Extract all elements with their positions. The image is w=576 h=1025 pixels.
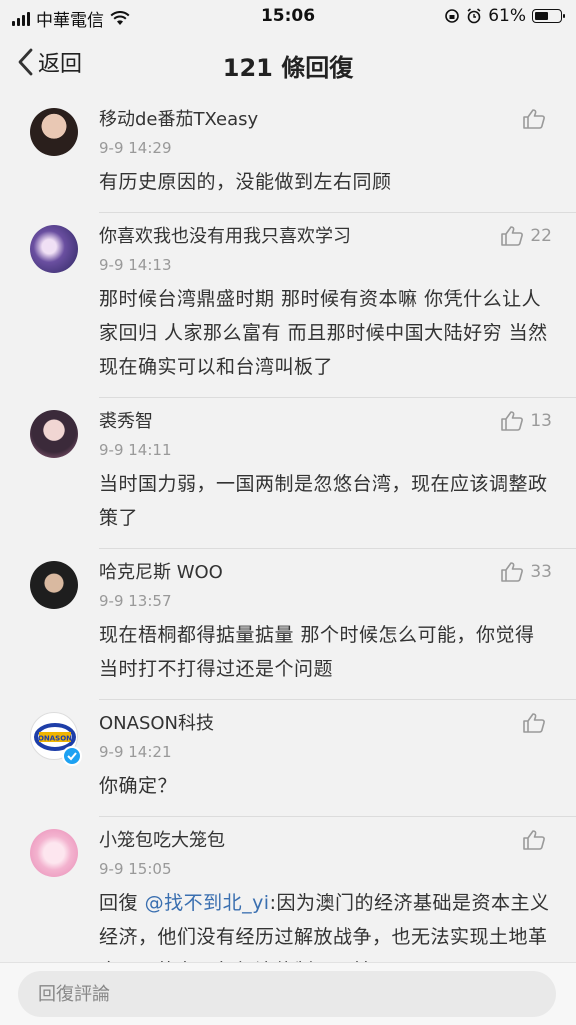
comment-time: 9-9 14:13 — [99, 256, 172, 274]
thumbs-up-icon — [501, 562, 524, 582]
status-right: 61% — [444, 6, 565, 26]
comment-item: 小笼包吃大笼包 9-9 15:05 回復 @找不到北_yi:因为澳门的经济基础是… — [0, 817, 576, 962]
reply-input[interactable] — [18, 971, 556, 1017]
comment-list[interactable]: 移动de番茄TXeasy 9-9 14:29 有历史原因的，没能做到左右同顾 你… — [0, 96, 576, 962]
thumbs-up-icon — [523, 109, 545, 129]
comment-time: 9-9 14:29 — [99, 139, 172, 157]
nav-bar: 返回 121 條回復 — [0, 34, 576, 96]
avatar[interactable] — [30, 225, 78, 273]
like-count: 22 — [530, 226, 552, 246]
reply-prefix: 回復 — [99, 892, 139, 914]
avatar-text: ONASON — [38, 735, 72, 743]
rotation-lock-icon — [445, 9, 460, 23]
comment-username[interactable]: 移动de番茄TXeasy — [99, 106, 552, 134]
comment-username[interactable]: 裘秀智 — [99, 408, 552, 436]
comment-text: 有历史原因的，没能做到左右同顾 — [99, 171, 392, 193]
comment-item: 你喜欢我也没有用我只喜欢学习 9-9 14:13 那时候台湾鼎盛时期 那时候有资… — [0, 213, 576, 398]
verified-badge-icon — [62, 746, 82, 766]
like-button[interactable]: 22 — [500, 225, 552, 247]
avatar[interactable] — [30, 561, 78, 609]
comment-username[interactable]: ONASON科技 — [99, 710, 552, 738]
battery-percent: 61% — [488, 6, 526, 26]
status-bar: 中華電信 15:06 61% — [0, 0, 576, 34]
like-button[interactable] — [522, 108, 552, 130]
alarm-icon — [467, 8, 481, 24]
like-button[interactable]: 13 — [500, 410, 552, 432]
comment-text: 当时国力弱，一国两制是忽悠台湾，现在应该调整政策了 — [99, 473, 548, 529]
thumbs-up-icon — [501, 411, 524, 431]
comment-text: 那时候台湾鼎盛时期 那时候有资本嘛 你凭什么让人家回归 人家那么富有 而且那时候… — [99, 288, 548, 378]
comment-time: 9-9 14:11 — [99, 441, 172, 459]
comment-item: 哈克尼斯 WOO 9-9 13:57 现在梧桐都得掂量掂量 那个时候怎么可能，你… — [0, 549, 576, 700]
comment-item: 移动de番茄TXeasy 9-9 14:29 有历史原因的，没能做到左右同顾 — [0, 96, 576, 213]
mention-link[interactable]: @找不到北_yi — [145, 892, 270, 914]
avatar[interactable] — [30, 108, 78, 156]
comment-item: 裘秀智 9-9 14:11 当时国力弱，一国两制是忽悠台湾，现在应该调整政策了 … — [0, 398, 576, 549]
thumbs-up-icon — [501, 226, 524, 246]
like-button[interactable]: 33 — [500, 561, 552, 583]
comment-item: ONASON ONASON科技 9-9 14:21 你确定？ — [0, 700, 576, 817]
like-count: 13 — [530, 411, 552, 431]
page-title: 121 條回復 — [222, 54, 354, 82]
comment-text: 现在梧桐都得掂量掂量 那个时候怎么可能，你觉得当时打不打得过还是个问题 — [99, 624, 535, 680]
avatar[interactable] — [30, 410, 78, 458]
like-count: 33 — [530, 562, 552, 582]
comment-username[interactable]: 小笼包吃大笼包 — [99, 827, 552, 855]
comment-username[interactable]: 哈克尼斯 WOO — [99, 559, 552, 587]
comment-time: 9-9 14:21 — [99, 743, 172, 761]
comment-text: 回復 @找不到北_yi:因为澳门的经济基础是资本主义经济，他们没有经历过解放战争… — [99, 886, 552, 962]
like-button[interactable] — [522, 712, 552, 734]
like-button[interactable] — [522, 829, 552, 851]
reply-bar — [0, 962, 576, 1025]
comment-time: 9-9 15:05 — [99, 860, 172, 878]
thumbs-up-icon — [523, 713, 545, 733]
comment-username[interactable]: 你喜欢我也没有用我只喜欢学习 — [99, 223, 552, 251]
thumbs-up-icon — [523, 830, 545, 850]
avatar[interactable] — [30, 829, 78, 877]
battery-icon — [532, 9, 565, 23]
comment-time: 9-9 13:57 — [99, 592, 172, 610]
comment-text: 你确定？ — [99, 775, 178, 797]
